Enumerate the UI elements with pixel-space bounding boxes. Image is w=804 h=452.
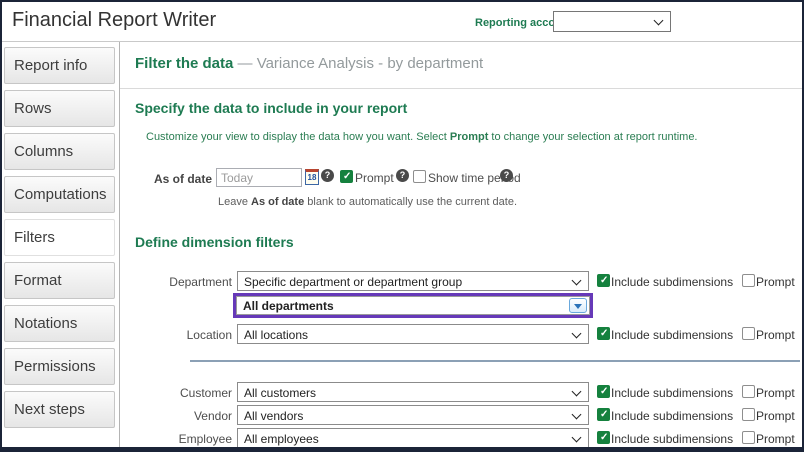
sidebar-item-filters[interactable]: Filters <box>4 219 115 256</box>
sidebar-item-next-steps[interactable]: Next steps <box>4 391 115 428</box>
specify-subtext: Customize your view to display the data … <box>146 131 698 143</box>
dropdown-arrow-button[interactable] <box>569 298 587 313</box>
specify-subtext-bold: Prompt <box>450 131 489 143</box>
specify-section-heading: Specify the data to include in your repo… <box>135 100 407 116</box>
page-title-strong: Filter the data <box>135 55 233 72</box>
filter-row-location: Location All locations Include subdimens… <box>120 324 802 344</box>
chevron-down-icon <box>572 276 582 286</box>
location-include-subdimensions-checkbox[interactable] <box>597 327 610 340</box>
chevron-down-icon <box>572 329 582 339</box>
help-icon[interactable]: ? <box>500 169 513 182</box>
reporting-accounts-select[interactable] <box>553 11 671 32</box>
include-subdimensions-label: Include subdimensions <box>611 432 733 446</box>
department-value-combo[interactable]: All departments <box>236 296 590 315</box>
header: Financial Report Writer Reporting accoun… <box>2 2 802 42</box>
department-value-highlight: All departments <box>233 293 593 318</box>
sidebar-item-notations[interactable]: Notations <box>4 305 115 342</box>
help-icon[interactable]: ? <box>321 169 334 182</box>
note-pre: Leave <box>218 196 251 208</box>
app-title: Financial Report Writer <box>12 9 216 32</box>
sidebar-item-rows[interactable]: Rows <box>4 90 115 127</box>
vendor-include-subdimensions-checkbox[interactable] <box>597 408 610 421</box>
chevron-down-icon <box>572 387 582 397</box>
prompt-label: Prompt <box>756 409 795 423</box>
include-subdimensions-label: Include subdimensions <box>611 328 733 342</box>
filter-row-customer: Customer All customers Include subdimens… <box>120 382 802 402</box>
heading-divider <box>120 88 802 89</box>
vendor-prompt-checkbox[interactable] <box>742 408 755 421</box>
help-icon[interactable]: ? <box>396 169 409 182</box>
section-divider <box>190 360 800 362</box>
vendor-label: Vendor <box>120 409 232 423</box>
customer-select[interactable]: All customers <box>237 382 589 402</box>
customer-select-value: All customers <box>244 386 316 400</box>
as-of-date-label: As of date <box>120 172 212 186</box>
employee-label: Employee <box>120 432 232 446</box>
prompt-checkbox[interactable] <box>340 170 353 183</box>
department-label: Department <box>120 275 232 289</box>
note-post: blank to automatically use the current d… <box>304 196 517 208</box>
sidebar: Report info Rows Columns Computations Fi… <box>2 42 120 447</box>
show-time-period-checkbox[interactable] <box>413 170 426 183</box>
location-select[interactable]: All locations <box>237 324 589 344</box>
prompt-checkbox-label: Prompt <box>355 171 394 185</box>
sidebar-item-format[interactable]: Format <box>4 262 115 299</box>
sidebar-item-computations[interactable]: Computations <box>4 176 115 213</box>
employee-select-value: All employees <box>244 432 319 446</box>
department-select-value: Specific department or department group <box>244 275 462 289</box>
employee-include-subdimensions-checkbox[interactable] <box>597 431 610 444</box>
customer-label: Customer <box>120 386 232 400</box>
page-title-dash: — <box>238 55 253 72</box>
filter-row-department: Department Specific department or depart… <box>120 271 802 291</box>
department-prompt-checkbox[interactable] <box>742 274 755 287</box>
sidebar-item-report-info[interactable]: Report info <box>4 47 115 84</box>
department-value-text: All departments <box>243 299 334 313</box>
page-title: Filter the data — Variance Analysis - by… <box>135 55 483 72</box>
app-frame: Financial Report Writer Reporting accoun… <box>0 0 804 452</box>
sidebar-item-columns[interactable]: Columns <box>4 133 115 170</box>
include-subdimensions-label: Include subdimensions <box>611 386 733 400</box>
chevron-down-icon <box>654 16 664 26</box>
filter-row-employee: Employee All employees Include subdimens… <box>120 428 802 448</box>
chevron-down-icon <box>572 410 582 420</box>
chevron-down-icon <box>572 433 582 443</box>
page-title-report-name: Variance Analysis - by department <box>257 55 484 72</box>
sidebar-item-permissions[interactable]: Permissions <box>4 348 115 385</box>
customer-include-subdimensions-checkbox[interactable] <box>597 385 610 398</box>
filter-row-vendor: Vendor All vendors Include subdimensions… <box>120 405 802 425</box>
prompt-label: Prompt <box>756 328 795 342</box>
include-subdimensions-label: Include subdimensions <box>611 409 733 423</box>
employee-prompt-checkbox[interactable] <box>742 431 755 444</box>
vendor-select[interactable]: All vendors <box>237 405 589 425</box>
prompt-label: Prompt <box>756 432 795 446</box>
prompt-label: Prompt <box>756 386 795 400</box>
note-bold: As of date <box>251 196 304 208</box>
prompt-label: Prompt <box>756 275 795 289</box>
location-label: Location <box>120 328 232 342</box>
as-of-date-note: Leave As of date blank to automatically … <box>218 196 517 208</box>
include-subdimensions-label: Include subdimensions <box>611 275 733 289</box>
specify-subtext-pre: Customize your view to display the data … <box>146 131 450 143</box>
specify-subtext-post: to change your selection at report runti… <box>488 131 697 143</box>
vendor-select-value: All vendors <box>244 409 303 423</box>
employee-select[interactable]: All employees <box>237 428 589 448</box>
dimension-filters-heading: Define dimension filters <box>135 234 294 250</box>
customer-prompt-checkbox[interactable] <box>742 385 755 398</box>
location-prompt-checkbox[interactable] <box>742 327 755 340</box>
department-include-subdimensions-checkbox[interactable] <box>597 274 610 287</box>
as-of-date-input[interactable] <box>216 168 302 187</box>
department-select[interactable]: Specific department or department group <box>237 271 589 291</box>
calendar-icon[interactable]: 18 <box>305 169 319 185</box>
location-select-value: All locations <box>244 328 308 342</box>
